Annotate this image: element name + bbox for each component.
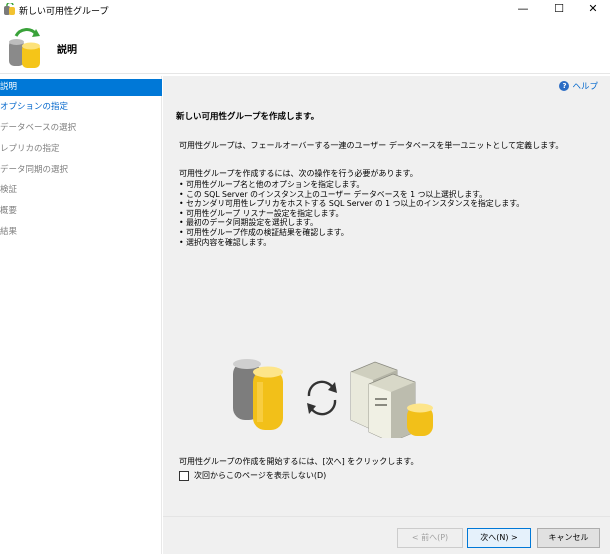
dont-show-again-option[interactable]: 次回からこのページを表示しない(D) <box>179 470 326 481</box>
help-icon: ? <box>559 81 570 91</box>
steps-intro: 可用性グループを作成するには、次の操作を行う必要があります。 <box>179 169 418 178</box>
help-link[interactable]: ? ヘルプ <box>559 80 598 92</box>
sidebar-item-description[interactable]: 説明 <box>0 79 162 96</box>
sidebar-item-data-sync: データ同期の選択 <box>0 165 69 175</box>
window-title: 新しい可用性グループ <box>19 7 109 17</box>
back-button[interactable]: < 前へ(P) <box>397 528 463 548</box>
sidebar-item-results: 結果 <box>0 227 18 237</box>
server-icon <box>350 361 433 438</box>
content-heading: 新しい可用性グループを作成します。 <box>176 112 320 122</box>
title-bar: 新しい可用性グループ — ☐ ✕ <box>0 0 610 22</box>
sidebar-item-options[interactable]: オプションの指定 <box>0 99 162 116</box>
next-button[interactable]: 次へ(N) > <box>467 528 531 548</box>
database-icon <box>233 359 283 430</box>
wizard-illustration <box>233 359 433 438</box>
close-button[interactable]: ✕ <box>576 0 610 20</box>
list-item: • 最初のデータ同期設定を選択します。 <box>179 218 318 228</box>
page-header: 説明 <box>0 22 610 74</box>
sync-arrows-icon <box>307 380 337 416</box>
sidebar-item-databases: データベースの選択 <box>0 123 77 133</box>
intro-text: 可用性グループは、フェールオーバーする一連のユーザー データベースを単一ユニット… <box>179 141 564 150</box>
sidebar-item-replicas: レプリカの指定 <box>0 144 60 154</box>
sidebar-item-validation: 検証 <box>0 185 18 195</box>
cancel-button[interactable]: キャンセル <box>537 528 600 548</box>
main-content: ? ヘルプ 新しい可用性グループを作成します。 可用性グループは、フェールオーバ… <box>163 76 610 516</box>
list-item: • 可用性グループ名と他のオプションを指定します。 <box>179 180 365 189</box>
availability-group-icon <box>9 28 40 68</box>
maximize-button[interactable]: ☐ <box>542 0 576 20</box>
list-item: • 可用性グループ リスナー設定を指定します。 <box>179 208 344 218</box>
sidebar-item-summary: 概要 <box>0 206 18 216</box>
list-item: • この SQL Server のインスタンス上のユーザー データベースを 1 … <box>179 189 487 199</box>
page-title: 説明 <box>57 45 77 56</box>
start-instruction: 可用性グループの作成を開始するには、[次へ] をクリックします。 <box>179 457 419 466</box>
list-item: • 可用性グループ作成の検証結果を確認します。 <box>179 227 349 237</box>
dont-show-again-checkbox[interactable] <box>179 470 189 481</box>
help-label: ヘルプ <box>572 82 598 92</box>
wizard-sidebar: 説明 オプションの指定 データベースの選択 レプリカの指定 データ同期の選択 検… <box>0 76 162 554</box>
app-icon <box>4 3 15 15</box>
checkbox-label: 次回からこのページを表示しない(D) <box>194 471 327 480</box>
list-item: • 選択内容を確認します。 <box>179 237 272 247</box>
list-item: • セカンダリ可用性レプリカをホストする SQL Server の 1 つ以上の… <box>179 199 525 209</box>
minimize-button[interactable]: — <box>506 0 540 20</box>
button-bar: < 前へ(P) 次へ(N) > キャンセル <box>163 516 610 554</box>
steps-list: • 可用性グループ名と他のオプションを指定します。 • この SQL Serve… <box>179 180 524 247</box>
